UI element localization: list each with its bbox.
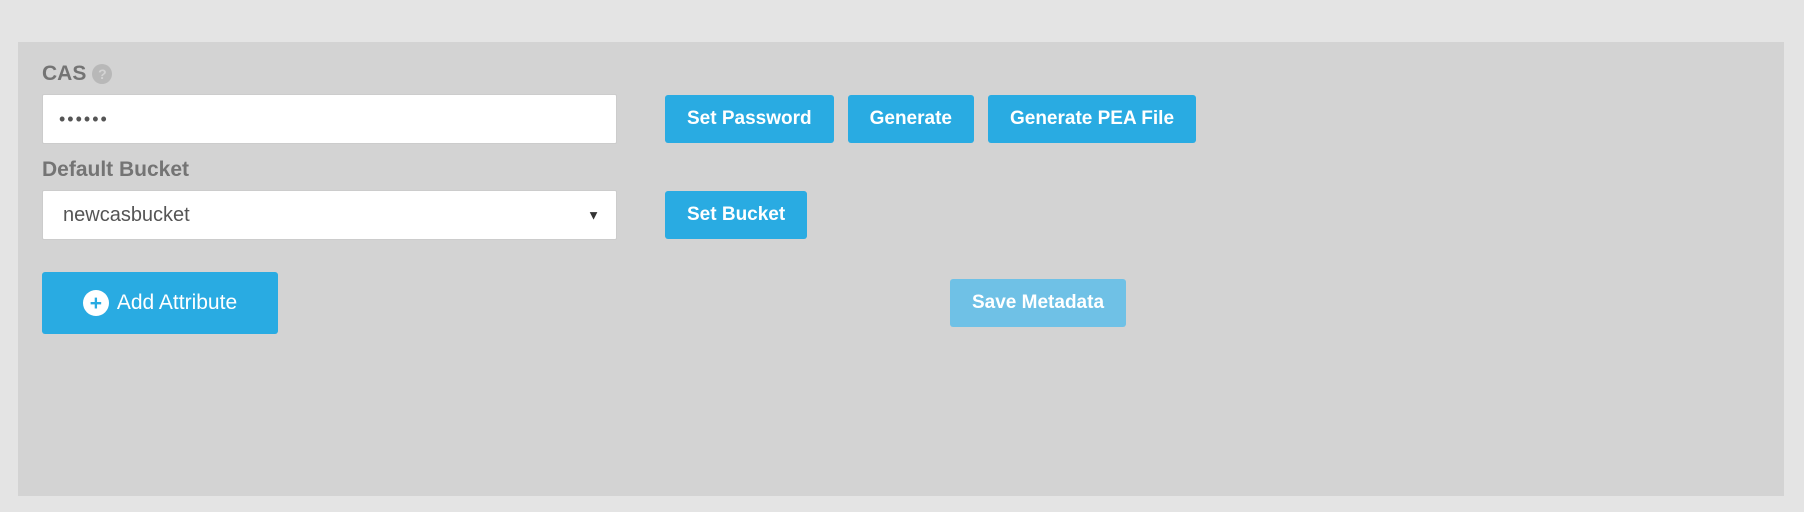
bucket-input-col: newcasbucket ▼ xyxy=(42,190,617,240)
save-wrap: Save Metadata xyxy=(950,279,1126,327)
set-password-button[interactable]: Set Password xyxy=(665,95,834,143)
help-icon[interactable]: ? xyxy=(92,64,112,84)
cas-label-row: CAS ? xyxy=(42,62,1760,86)
cas-button-row: Set Password Generate Generate PEA File xyxy=(665,95,1196,143)
bucket-select[interactable]: newcasbucket ▼ xyxy=(42,190,617,240)
bucket-button-row: Set Bucket xyxy=(665,191,807,239)
bucket-row: newcasbucket ▼ Set Bucket xyxy=(42,190,1760,240)
cas-label: CAS xyxy=(42,62,86,86)
chevron-down-icon: ▼ xyxy=(587,208,600,223)
cas-input-col xyxy=(42,94,617,144)
bucket-selected-value: newcasbucket xyxy=(63,204,190,227)
settings-panel: CAS ? Set Password Generate Generate PEA… xyxy=(18,42,1784,496)
bottom-actions-row: + Add Attribute Save Metadata xyxy=(42,272,1760,334)
bucket-label-row: Default Bucket xyxy=(42,158,1760,182)
set-bucket-button[interactable]: Set Bucket xyxy=(665,191,807,239)
cas-row: Set Password Generate Generate PEA File xyxy=(42,94,1760,144)
add-attribute-label: Add Attribute xyxy=(117,291,237,315)
generate-button[interactable]: Generate xyxy=(848,95,974,143)
cas-password-input[interactable] xyxy=(42,94,617,144)
plus-circle-icon: + xyxy=(83,290,109,316)
generate-pea-button[interactable]: Generate PEA File xyxy=(988,95,1196,143)
add-attribute-button[interactable]: + Add Attribute xyxy=(42,272,278,334)
save-metadata-button[interactable]: Save Metadata xyxy=(950,279,1126,327)
bucket-label: Default Bucket xyxy=(42,158,189,182)
